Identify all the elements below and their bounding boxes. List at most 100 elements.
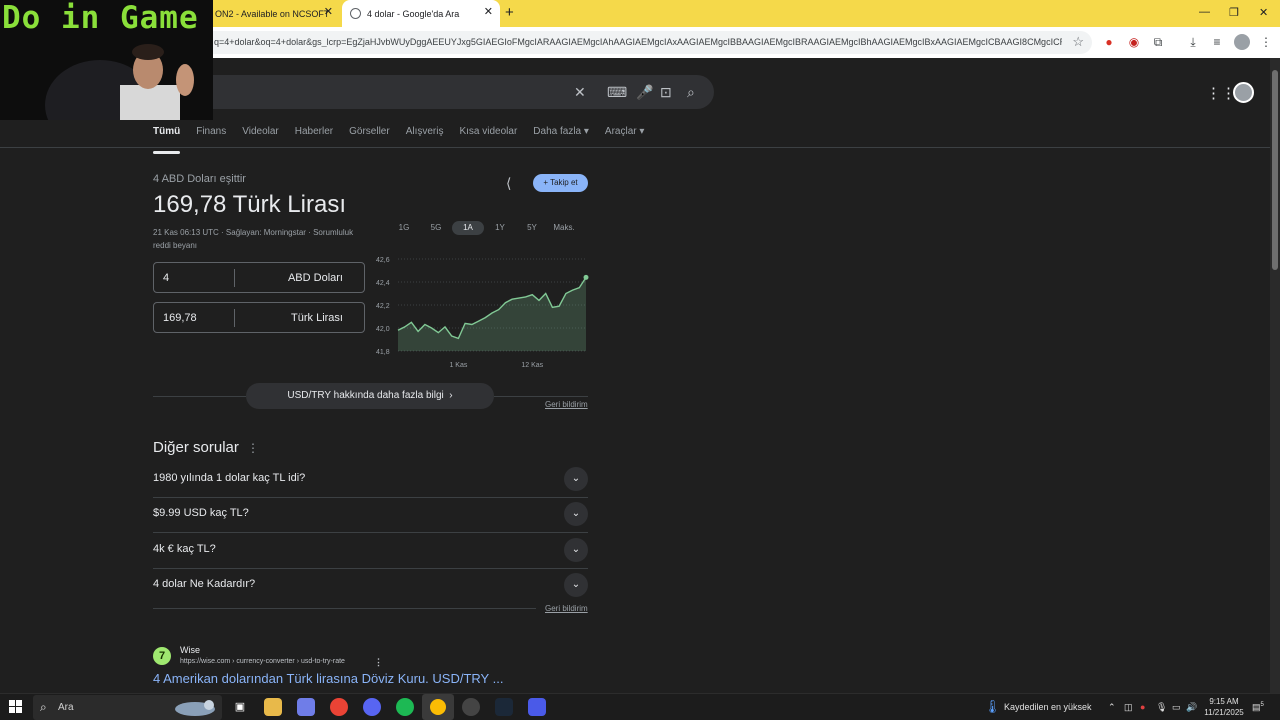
search-nav-tabs: Tümü Finans Videolar Haberler Görseller … [153, 126, 660, 154]
streamer-silhouette [45, 44, 194, 120]
obs-icon[interactable] [462, 698, 480, 716]
close-icon[interactable]: ✕ [484, 7, 493, 18]
notification-count: 5 [1260, 702, 1264, 708]
paa-title: Diğer sorular [153, 439, 239, 456]
page-scrollbar[interactable] [1270, 58, 1280, 693]
from-amount[interactable]: 4 [163, 272, 169, 284]
to-currency-select[interactable]: Türk Lirası [291, 312, 343, 324]
from-currency-select[interactable]: ABD Doları [288, 272, 343, 284]
microphone-icon[interactable]: 🎤 [636, 83, 653, 101]
discord-icon[interactable] [363, 698, 381, 716]
chrome-icon[interactable] [330, 698, 348, 716]
windows-taskbar: ⌕ Ara ▣ 🌡 Kaydedilen en yüksek ⌃ ◫ ● 🎙 ▭… [0, 693, 1280, 720]
divider [153, 532, 588, 533]
extension-fire-icon[interactable]: ● [1101, 34, 1117, 50]
more-info-button[interactable]: USD/TRY hakkında daha fazla bilgi › [246, 383, 494, 409]
tray-app-icon[interactable]: ◫ [1124, 702, 1133, 713]
chrome-active-icon[interactable] [422, 694, 454, 720]
tab-all[interactable]: Tümü [153, 126, 181, 154]
follow-button[interactable]: + Takip et [533, 174, 588, 192]
chevron-down-icon[interactable]: ⌄ [564, 467, 588, 491]
tab-ncsoft[interactable]: ON2 - Available on NCSOFT ✕ [213, 0, 340, 27]
range-tab[interactable]: 1Y [484, 221, 516, 235]
account-avatar[interactable] [1233, 82, 1254, 103]
paa-question[interactable]: $9.99 USD kaç TL? ⌄ [153, 498, 588, 533]
restore-icon[interactable]: ❐ [1229, 6, 1239, 19]
range-tab[interactable]: 5G [420, 221, 452, 235]
search-icon[interactable]: ⌕ [687, 83, 695, 101]
search-input[interactable]: ✕ ⌨ 🎤 ⊡ ⌕ [150, 75, 714, 109]
tab-more[interactable]: Daha fazla ▾ [533, 126, 589, 148]
menu-dots-icon[interactable]: ⋮ [1258, 34, 1274, 50]
address-bar[interactable]: q=4+dolar&oq=4+dolar&gs_lcrp=EgZjaHJvbWU… [150, 31, 1092, 54]
share-icon[interactable]: ⟨ [506, 175, 511, 192]
windows-start-icon[interactable] [9, 700, 23, 714]
keyboard-icon[interactable]: ⌨ [607, 83, 627, 101]
system-clock[interactable]: 9:15 AM 11/21/2025 [1200, 696, 1248, 718]
copilot-icon[interactable] [297, 698, 315, 716]
range-tab[interactable]: Maks. [548, 221, 580, 235]
time-range-tabs: 1G 5G 1A 1Y 5Y Maks. [388, 221, 580, 235]
volume-icon[interactable]: 🔊 [1186, 702, 1197, 713]
paa-question[interactable]: 4 dolar Ne Kadardır? ⌄ [153, 569, 588, 604]
tab-google-search[interactable]: 4 dolar - Google'da Ara ✕ [342, 0, 500, 27]
bookmark-star-icon[interactable]: ☆ [1072, 34, 1084, 50]
paa-question-text: 4k € kaç TL? [153, 543, 216, 555]
taskbar-search[interactable]: ⌕ Ara [33, 695, 222, 720]
window-close-icon[interactable]: ✕ [1259, 6, 1268, 19]
paa-question[interactable]: 4k € kaç TL? ⌄ [153, 534, 588, 569]
to-currency-field[interactable]: 169,78 Türk Lirası [153, 302, 365, 333]
to-amount[interactable]: 169,78 [163, 312, 197, 324]
tab-tools[interactable]: Araçlar ▾ [605, 126, 645, 148]
minimize-icon[interactable]: — [1199, 6, 1210, 18]
download-icon[interactable]: ⤓ [1185, 34, 1201, 50]
divider [153, 396, 246, 397]
result-site-name[interactable]: Wise [180, 645, 200, 655]
lens-icon[interactable]: ⊡ [660, 83, 672, 101]
task-view-icon[interactable]: ▣ [231, 698, 249, 716]
chevron-down-icon[interactable]: ⌄ [564, 573, 588, 597]
weather-text[interactable]: Kaydedilen en yüksek [1004, 702, 1092, 712]
network-icon[interactable]: ▭ [1172, 702, 1181, 713]
tab-finance[interactable]: Finans [196, 126, 226, 148]
file-explorer-icon[interactable] [264, 698, 282, 716]
range-tab[interactable]: 1G [388, 221, 420, 235]
opera-icon[interactable]: ◉ [1126, 34, 1142, 50]
chevron-down-icon[interactable]: ⌄ [564, 502, 588, 526]
tab-videos[interactable]: Videolar [242, 126, 279, 148]
extensions-puzzle-icon[interactable]: ⧉ [1150, 34, 1166, 50]
feedback-link[interactable]: Geri bildirim [545, 604, 588, 613]
scrollbar-thumb[interactable] [1272, 70, 1278, 270]
range-tab[interactable]: 5Y [516, 221, 548, 235]
paa-question[interactable]: 1980 yılında 1 dolar kaç TL idi? ⌄ [153, 463, 588, 498]
paa-question-text: 4 dolar Ne Kadardır? [153, 578, 256, 590]
steam-icon[interactable] [495, 698, 513, 716]
tab-short-videos[interactable]: Kısa videolar [459, 126, 517, 148]
new-tab-icon[interactable]: + [505, 5, 514, 20]
chevron-down-icon[interactable]: ⌄ [564, 538, 588, 562]
search-icon: ⌕ [40, 700, 47, 714]
tab-news[interactable]: Haberler [295, 126, 333, 148]
chevron-up-icon[interactable]: ⌃ [1108, 702, 1116, 713]
apps-grid-icon[interactable]: ⋮⋮ [1206, 84, 1236, 102]
tray-record-icon[interactable]: ● [1140, 702, 1145, 712]
area-fill [398, 277, 586, 351]
spotify-icon[interactable] [396, 698, 414, 716]
profile-avatar-icon[interactable] [1234, 34, 1250, 50]
result-title-link[interactable]: 4 Amerikan dolarından Türk lirasına Dövi… [153, 671, 503, 686]
notification-icon[interactable]: ▤5 [1252, 702, 1264, 713]
tab-shopping[interactable]: Alışveriş [406, 126, 444, 148]
tab-images[interactable]: Görseller [349, 126, 390, 148]
media-control-icon[interactable]: ≡ [1209, 34, 1225, 50]
feedback-link[interactable]: Geri bildirim [545, 400, 588, 409]
app-icon[interactable] [528, 698, 546, 716]
more-options-icon[interactable]: ⋮ [247, 441, 259, 455]
result-menu-icon[interactable]: ⋮ [374, 657, 383, 667]
field-divider [234, 269, 235, 287]
from-currency-field[interactable]: 4 ABD Doları [153, 262, 365, 293]
close-icon[interactable]: ✕ [324, 7, 333, 18]
result-url[interactable]: https://wise.com › currency-converter › … [180, 658, 345, 665]
microphone-icon[interactable]: 🎙 [1156, 702, 1167, 713]
clear-icon[interactable]: ✕ [574, 83, 586, 101]
range-tab[interactable]: 1A [452, 221, 484, 235]
